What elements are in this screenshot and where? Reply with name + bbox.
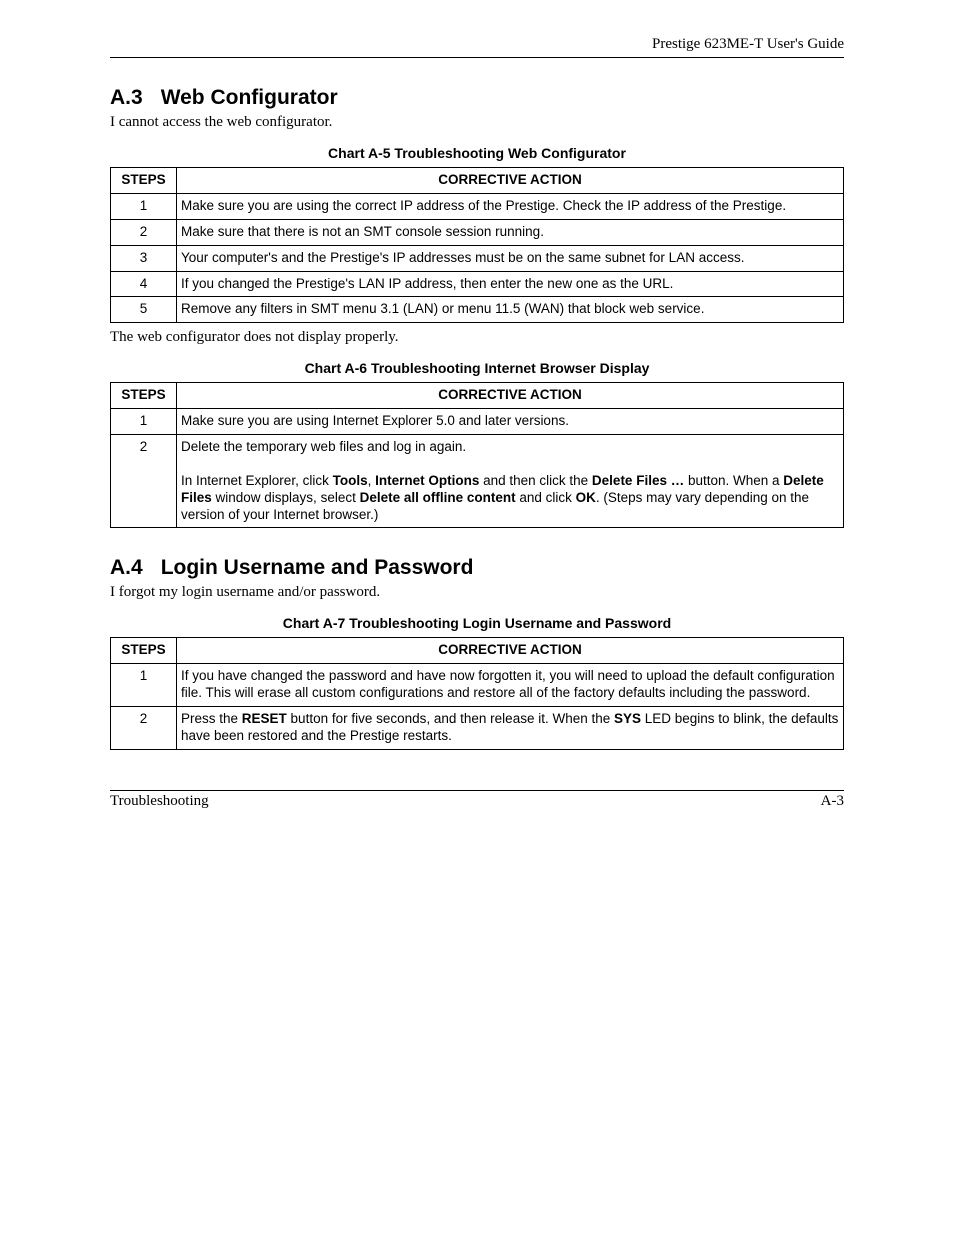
- table-row: 4If you changed the Prestige's LAN IP ad…: [111, 271, 844, 297]
- section-a3-postnote: The web configurator does not display pr…: [110, 329, 844, 346]
- chart-a6-body: 1Make sure you are using Internet Explor…: [111, 409, 844, 528]
- section-a4-heading: A.4 Login Username and Password: [110, 556, 844, 580]
- table-row: 2Make sure that there is not an SMT cons…: [111, 219, 844, 245]
- table-header-row: STEPS CORRECTIVE ACTION: [111, 638, 844, 664]
- col-steps: STEPS: [111, 168, 177, 194]
- table-row: 1If you have changed the password and ha…: [111, 664, 844, 707]
- corrective-action: If you have changed the password and hav…: [177, 664, 844, 707]
- chart-a5-title: Chart A-5 Troubleshooting Web Configurat…: [110, 145, 844, 161]
- section-a3-title: Web Configurator: [161, 86, 338, 109]
- step-number: 4: [111, 271, 177, 297]
- table-row: 1Make sure you are using Internet Explor…: [111, 409, 844, 435]
- table-header-row: STEPS CORRECTIVE ACTION: [111, 168, 844, 194]
- chart-a6-table: STEPS CORRECTIVE ACTION 1Make sure you a…: [110, 382, 844, 528]
- page: Prestige 623ME-T User's Guide A.3 Web Con…: [0, 0, 954, 1235]
- section-a4-title: Login Username and Password: [161, 556, 474, 579]
- col-steps: STEPS: [111, 383, 177, 409]
- step-number: 1: [111, 664, 177, 707]
- corrective-action: Remove any filters in SMT menu 3.1 (LAN)…: [177, 297, 844, 323]
- chart-a7-title: Chart A-7 Troubleshooting Login Username…: [110, 615, 844, 631]
- corrective-action: If you changed the Prestige's LAN IP add…: [177, 271, 844, 297]
- corrective-action: Your computer's and the Prestige's IP ad…: [177, 245, 844, 271]
- section-a3-heading: A.3 Web Configurator: [110, 86, 844, 110]
- table-row: 2Press the RESET button for five seconds…: [111, 707, 844, 750]
- corrective-action: Delete the temporary web files and log i…: [177, 435, 844, 528]
- running-head: Prestige 623ME-T User's Guide: [110, 36, 844, 53]
- chart-a5-body: 1Make sure you are using the correct IP …: [111, 193, 844, 322]
- table-header-row: STEPS CORRECTIVE ACTION: [111, 383, 844, 409]
- col-steps: STEPS: [111, 638, 177, 664]
- table-row: 3Your computer's and the Prestige's IP a…: [111, 245, 844, 271]
- corrective-action: Make sure you are using Internet Explore…: [177, 409, 844, 435]
- step-number: 3: [111, 245, 177, 271]
- col-action: CORRECTIVE ACTION: [177, 383, 844, 409]
- step-number: 2: [111, 435, 177, 528]
- step-number: 2: [111, 219, 177, 245]
- corrective-action: Make sure you are using the correct IP a…: [177, 193, 844, 219]
- step-number: 1: [111, 409, 177, 435]
- col-action: CORRECTIVE ACTION: [177, 638, 844, 664]
- footer-rule: [110, 790, 844, 791]
- table-row: 5Remove any filters in SMT menu 3.1 (LAN…: [111, 297, 844, 323]
- chart-a5-table: STEPS CORRECTIVE ACTION 1Make sure you a…: [110, 167, 844, 323]
- chart-a6-title: Chart A-6 Troubleshooting Internet Brows…: [110, 360, 844, 376]
- section-a4-number: A.4: [110, 556, 143, 580]
- header-rule: [110, 57, 844, 58]
- step-number: 1: [111, 193, 177, 219]
- footer-left: Troubleshooting: [110, 793, 209, 810]
- step-number: 5: [111, 297, 177, 323]
- step-number: 2: [111, 707, 177, 750]
- section-a4-intro: I forgot my login username and/or passwo…: [110, 584, 844, 601]
- footer: Troubleshooting A-3: [110, 790, 844, 810]
- col-action: CORRECTIVE ACTION: [177, 168, 844, 194]
- footer-right: A-3: [821, 793, 844, 810]
- corrective-action: Make sure that there is not an SMT conso…: [177, 219, 844, 245]
- section-a3-intro: I cannot access the web configurator.: [110, 114, 844, 131]
- corrective-action: Press the RESET button for five seconds,…: [177, 707, 844, 750]
- section-a3-number: A.3: [110, 86, 143, 110]
- chart-a7-body: 1If you have changed the password and ha…: [111, 664, 844, 750]
- chart-a7-table: STEPS CORRECTIVE ACTION 1If you have cha…: [110, 637, 844, 749]
- table-row: 2Delete the temporary web files and log …: [111, 435, 844, 528]
- table-row: 1Make sure you are using the correct IP …: [111, 193, 844, 219]
